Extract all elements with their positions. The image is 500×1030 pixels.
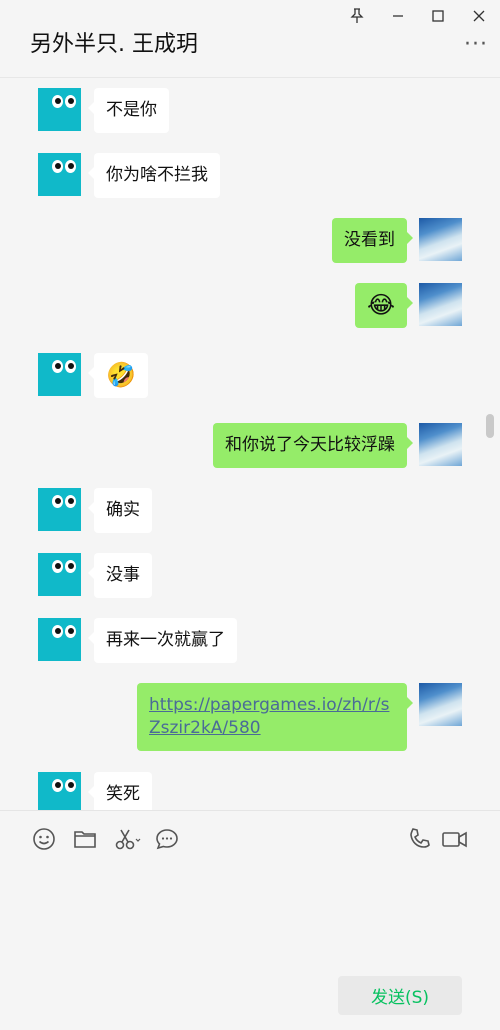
message-bubble[interactable]: 没看到 bbox=[332, 218, 413, 263]
contact-avatar[interactable] bbox=[38, 88, 81, 131]
send-button[interactable]: 发送(S) bbox=[338, 976, 462, 1015]
message-bubble[interactable]: 没事 bbox=[88, 553, 152, 598]
scissors-icon[interactable] bbox=[114, 827, 141, 851]
chat-bubble-icon[interactable] bbox=[155, 827, 179, 851]
video-call-icon[interactable] bbox=[442, 827, 467, 851]
input-toolbar: 发送(S) bbox=[0, 810, 500, 1030]
more-icon[interactable]: ··· bbox=[464, 34, 488, 56]
pin-icon[interactable] bbox=[345, 4, 369, 28]
minimize-icon[interactable] bbox=[386, 4, 410, 28]
message-bubble[interactable]: 确实 bbox=[88, 488, 152, 533]
message-bubble[interactable]: 笑死 bbox=[88, 772, 152, 810]
phone-icon[interactable] bbox=[408, 827, 432, 851]
close-icon[interactable] bbox=[467, 4, 491, 28]
contact-avatar[interactable] bbox=[38, 488, 81, 531]
message-bubble[interactable]: 不是你 bbox=[88, 88, 169, 133]
message-bubble[interactable]: 和你说了今天比较浮躁 bbox=[213, 423, 413, 468]
user-avatar[interactable] bbox=[419, 218, 462, 261]
message-bubble[interactable]: 你为啥不拦我 bbox=[88, 153, 220, 198]
emoji-icon[interactable] bbox=[32, 827, 56, 851]
contact-avatar[interactable] bbox=[38, 772, 81, 810]
chat-title: 另外半只. 王成玥 bbox=[30, 32, 198, 57]
message-link[interactable]: https://papergames.io/zh/r/sZszir2kA/580 bbox=[149, 695, 389, 738]
message-list[interactable]: 不是你 你为啥不拦我 没看到 😂 🤣 和你说了今天比较浮躁 确实 没事 再来一次… bbox=[0, 79, 500, 810]
message-bubble[interactable]: 😂 bbox=[354, 283, 414, 328]
maximize-icon[interactable] bbox=[426, 4, 450, 28]
title-bar: 另外半只. 王成玥 ··· bbox=[0, 0, 500, 78]
user-avatar[interactable] bbox=[419, 423, 462, 466]
message-bubble[interactable]: 🤣 bbox=[88, 353, 148, 398]
message-bubble: https://papergames.io/zh/r/sZszir2kA/580 bbox=[137, 683, 413, 751]
contact-avatar[interactable] bbox=[38, 618, 81, 661]
user-avatar[interactable] bbox=[419, 683, 462, 726]
contact-avatar[interactable] bbox=[38, 153, 81, 196]
scrollbar-thumb[interactable] bbox=[486, 414, 494, 438]
message-bubble[interactable]: 再来一次就赢了 bbox=[88, 618, 237, 663]
user-avatar[interactable] bbox=[419, 283, 462, 326]
contact-avatar[interactable] bbox=[38, 553, 81, 596]
folder-icon[interactable] bbox=[73, 827, 97, 851]
contact-avatar[interactable] bbox=[38, 353, 81, 396]
